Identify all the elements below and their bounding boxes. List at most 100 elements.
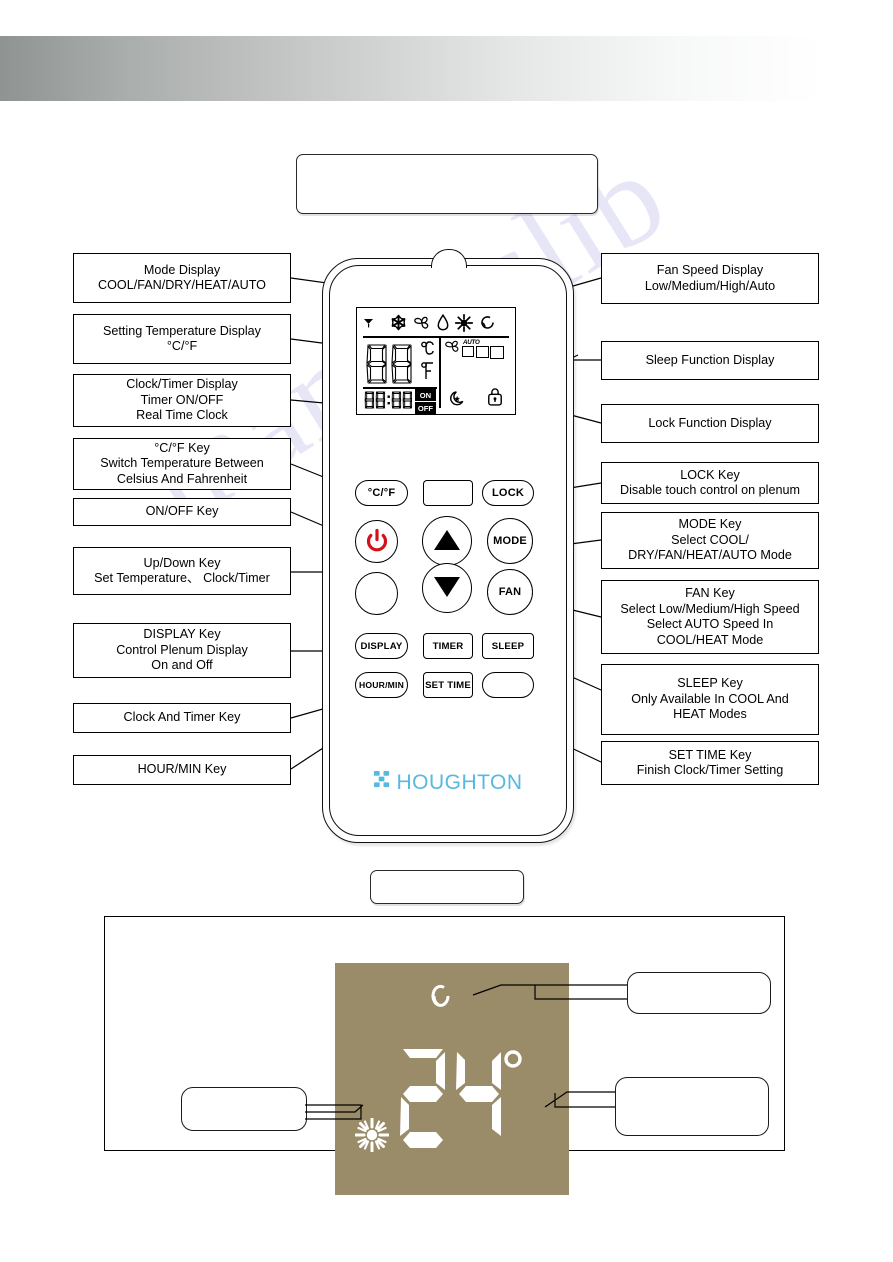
label-line: COOL/HEAT Mode <box>656 632 764 647</box>
lcd-vertical-divider <box>439 338 442 408</box>
lcd-horizontal-divider <box>363 336 509 339</box>
label-line: °C/°F Key <box>154 440 210 455</box>
label-line: SLEEP Key <box>677 676 743 691</box>
blank-button-bottom[interactable] <box>482 672 534 698</box>
label-sleep-key: SLEEP Key Only Available In COOL And HEA… <box>601 664 819 735</box>
label-sleep-function-display: Sleep Function Display <box>601 341 819 380</box>
set-time-button[interactable]: SET TIME <box>423 672 473 698</box>
label-mode-key: MODE Key Select COOL/ DRY/FAN/HEAT/AUTO … <box>601 512 819 569</box>
hour-min-button[interactable]: HOUR/MIN <box>355 672 408 698</box>
label-line: DRY/FAN/HEAT/AUTO Mode <box>628 548 792 563</box>
up-button[interactable] <box>422 516 472 566</box>
lcd-screen: ON OFF AUTO <box>356 307 516 415</box>
fan-icon <box>413 315 431 331</box>
droplet-icon <box>437 314 449 331</box>
label-line: Switch Temperature Between <box>100 456 264 471</box>
label-line: Select Low/Medium/High Speed <box>620 601 800 616</box>
label-setting-temperature-display: Setting Temperature Display °C/°F <box>73 314 291 364</box>
celsius-fahrenheit-button[interactable]: °C/°F <box>355 480 408 506</box>
padlock-icon <box>487 387 503 406</box>
label-line: Select AUTO Speed In <box>646 617 774 631</box>
label-line: Celsius And Fahrenheit <box>116 471 248 486</box>
fan-button[interactable]: FAN <box>487 569 533 615</box>
label-line: Timer ON/OFF <box>140 392 224 407</box>
down-button[interactable] <box>422 563 472 613</box>
blank-button-mid[interactable] <box>355 572 398 615</box>
label-clock-and-timer-key: Clock And Timer Key <box>73 703 291 733</box>
mode-button[interactable]: MODE <box>487 518 533 564</box>
label-line: Fan Speed Display <box>656 263 764 277</box>
label-on-off-key: ON/OFF Key <box>73 498 291 526</box>
label-up-down-key: Up/Down Key Set Temperature、 Clock/Timer <box>73 547 291 595</box>
sun-icon <box>455 313 473 332</box>
lcd-timer-on-label: ON <box>414 389 436 401</box>
snowflake-icon <box>390 314 407 331</box>
label-line: Clock And Timer Key <box>123 710 241 725</box>
triangle-up-icon <box>432 527 462 556</box>
label-set-time-key: SET TIME Key Finish Clock/Timer Setting <box>601 741 819 785</box>
label-mode-display: Mode Display COOL/FAN/DRY/HEAT/AUTO <box>73 253 291 303</box>
label-line: °C/°F <box>166 339 198 353</box>
label-clock-timer-display: Clock/Timer Display Timer ON/OFF Real Ti… <box>73 374 291 427</box>
label-line: Clock/Timer Display <box>126 377 238 392</box>
display-button[interactable]: DISPLAY <box>355 633 408 659</box>
lcd-temperature-digits <box>365 343 419 392</box>
label-celsius-fahrenheit-key: °C/°F Key Switch Temperature Between Cel… <box>73 438 291 490</box>
manual-page: manualslib <box>0 0 893 1262</box>
label-display-key: DISPLAY Key Control Plenum Display On an… <box>73 623 291 678</box>
label-line: ON/OFF Key <box>145 504 219 519</box>
lcd-timer-off-label: OFF <box>414 402 436 414</box>
label-line: Sleep Function Display <box>645 352 775 367</box>
label-line: DISPLAY Key <box>143 627 221 642</box>
timer-button[interactable]: TIMER <box>423 633 473 659</box>
label-hour-min-key: HOUR/MIN Key <box>73 755 291 785</box>
figure-leader-lines <box>305 984 627 1120</box>
label-line: Set Temperature、 Clock/Timer <box>94 571 270 585</box>
sleep-button[interactable]: SLEEP <box>482 633 534 659</box>
label-line: Up/Down Key <box>143 555 221 570</box>
label-line: Low/Medium/High/Auto <box>644 278 776 293</box>
label-lock-key: LOCK Key Disable touch control on plenum <box>601 462 819 504</box>
lcd-fan-auto-label: AUTO <box>463 339 480 346</box>
triangle-down-icon <box>432 574 462 603</box>
moon-icon <box>450 389 467 406</box>
label-line: LOCK Key <box>680 467 740 482</box>
signal-icon <box>363 316 374 329</box>
label-line: Mode Display <box>143 262 221 277</box>
label-line: HEAT Modes <box>673 707 747 722</box>
label-fan-speed-display: Fan Speed Display Low/Medium/High/Auto <box>601 253 819 304</box>
label-line: Control Plenum Display <box>116 642 248 657</box>
remote-control: ON OFF AUTO °C/°F LOCK MODE FAN DISPLAY … <box>322 249 574 843</box>
label-line: SET TIME Key <box>668 747 752 762</box>
label-line: FAN Key <box>685 586 735 600</box>
brand-logo: HOUGHTON <box>322 770 574 795</box>
label-line: HOUR/MIN Key <box>137 762 227 777</box>
remote-ir-notch <box>431 249 467 268</box>
label-line: Select COOL/ <box>671 532 749 547</box>
label-line: Lock Function Display <box>648 415 772 430</box>
blank-button-top[interactable] <box>423 480 473 506</box>
fan-bar-high <box>490 346 504 359</box>
lcd-right-zone: AUTO <box>444 339 510 408</box>
lcd-timer-onoff-indicator: ON OFF <box>414 389 436 414</box>
label-line: Only Available In COOL And <box>631 691 789 706</box>
fan-bar-low <box>462 346 474 357</box>
fan-bar-medium <box>475 346 489 358</box>
label-line: Real Time Clock <box>136 408 228 423</box>
label-line: COOL/FAN/DRY/HEAT/AUTO <box>98 278 266 292</box>
lcd-clock-digits <box>364 391 412 409</box>
lcd-status-icon-row <box>357 308 515 336</box>
label-line: Finish Clock/Timer Setting <box>636 763 784 777</box>
lcd-unit-symbols <box>421 341 435 390</box>
houghton-mark-icon <box>373 770 392 795</box>
label-line: On and Off <box>151 658 213 673</box>
brand-name: HOUGHTON <box>396 770 523 794</box>
label-fan-key: FAN Key Select Low/Medium/High Speed Sel… <box>601 580 819 654</box>
lock-button[interactable]: LOCK <box>482 480 534 506</box>
fan-speed-fan-icon <box>444 339 461 354</box>
power-icon <box>365 528 389 555</box>
mid-title-box <box>370 870 524 904</box>
label-line: Disable touch control on plenum <box>620 483 800 497</box>
label-line: Setting Temperature Display <box>103 323 261 338</box>
power-button[interactable] <box>355 520 398 563</box>
